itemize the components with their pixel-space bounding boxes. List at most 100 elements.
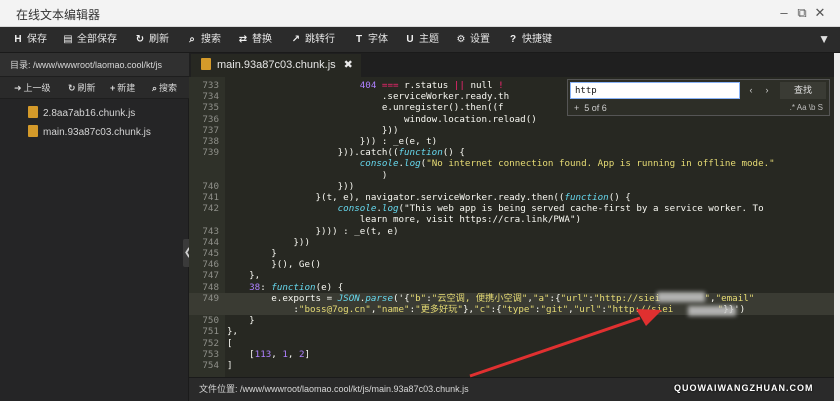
code-text: console.log("This web app is being serve…: [337, 203, 764, 215]
line-number: 754: [202, 360, 219, 371]
refresh-label: 刷新: [149, 34, 169, 45]
theme-button[interactable]: U 主题: [404, 27, 439, 53]
refresh-button[interactable]: ↻ 刷新: [134, 27, 169, 53]
code-text: },: [227, 326, 239, 338]
new-file-button[interactable]: + 新建: [110, 77, 135, 99]
goto-line-icon: ↗: [291, 34, 301, 45]
line-number: 747: [202, 270, 219, 282]
code-text: },: [227, 270, 261, 282]
code-line: 742 console.log("This web app is being s…: [189, 203, 834, 214]
code-text: }: [227, 248, 277, 259]
settings-button[interactable]: ⚙ 设置: [455, 27, 490, 53]
code-editor[interactable]: main.93a87c03.chunk.js ✖ 733 404 === r.st…: [189, 53, 834, 401]
next-match-icon[interactable]: ›: [760, 82, 774, 99]
redaction-blur: [688, 306, 736, 316]
refresh-icon: ↻: [135, 34, 145, 45]
search-input[interactable]: [570, 82, 740, 99]
line-number: 740: [202, 180, 219, 192]
tab-bar: main.93a87c03.chunk.js ✖: [189, 53, 834, 77]
code-text: 38: function(e) {: [249, 281, 344, 293]
minimize-icon[interactable]: –: [775, 4, 793, 22]
code-line: 751},: [189, 326, 834, 337]
search-options[interactable]: .* Aa \b S: [790, 102, 823, 114]
code-line: 748 38: function(e) {: [189, 282, 834, 293]
code-text: })).catch((function() {: [227, 147, 465, 159]
shortcuts-button[interactable]: ? 快捷键: [507, 27, 552, 53]
theme-icon: U: [406, 34, 414, 45]
code-line: 738 })) : _e(e, t): [189, 136, 834, 147]
line-number: 749: [202, 292, 219, 304]
help-icon: ?: [509, 34, 517, 45]
maximize-icon[interactable]: ⧉: [793, 4, 811, 22]
line-number: 733: [202, 80, 219, 91]
line-number: 739: [202, 147, 219, 159]
close-icon[interactable]: ✖: [344, 59, 353, 71]
sidebar-nav: ➜ 上一级 ↻ 刷新 + 新建 ⌕ 搜索: [0, 77, 189, 99]
up-icon: ➜: [14, 83, 22, 93]
tab-main-chunk[interactable]: main.93a87c03.chunk.js ✖: [191, 54, 361, 77]
code-line: 741 }(t, e), navigator.serviceWorker.rea…: [189, 192, 834, 203]
sidebar-refresh-button[interactable]: ↻ 刷新: [68, 77, 96, 99]
line-number: 737: [202, 124, 219, 136]
code-text: ): [227, 169, 388, 181]
window-titlebar: 在线文本编辑器 – ⧉ ✕: [0, 0, 840, 27]
line-number: 750: [202, 315, 219, 327]
match-count: 5 of 6: [584, 103, 607, 113]
font-label: 字体: [368, 34, 388, 45]
replace-icon: ⇄: [238, 34, 248, 45]
code-text: }))) : _e(t, e): [227, 225, 399, 237]
prev-match-icon[interactable]: ‹: [744, 82, 758, 99]
replace-button[interactable]: ⇄ 替换: [237, 27, 272, 53]
line-number: 745: [202, 248, 219, 259]
up-level-button[interactable]: ➜ 上一级: [14, 77, 51, 99]
save-all-icon: ▤: [63, 34, 73, 45]
js-file-icon: [28, 125, 38, 137]
code-text: })): [227, 180, 355, 192]
sidebar-search-label: 搜索: [159, 83, 178, 93]
toolbar: H 保存 ▤ 全部保存 ↻ 刷新 ⌕ 搜索 ⇄ 替换 ↗ 跳转行 T 字体 U 主题 ⚙ 设置 ?…: [0, 27, 840, 53]
expand-replace-icon[interactable]: +: [574, 103, 579, 113]
font-button[interactable]: T 字体: [353, 27, 388, 53]
code-line: 753 [113, 1, 2]: [189, 349, 834, 360]
code-text: [: [227, 337, 233, 349]
code-line: 754]: [189, 360, 834, 371]
find-button[interactable]: 查找: [780, 82, 826, 99]
line-number: 734: [202, 91, 219, 103]
code-line: 744 })): [189, 237, 834, 248]
line-number: 738: [202, 136, 219, 147]
search-button[interactable]: ⌕ 搜索: [186, 27, 221, 53]
search-icon: ⌕: [189, 34, 195, 45]
code-line: 752 [: [189, 338, 834, 349]
settings-label: 设置: [470, 34, 490, 45]
line-number: 735: [202, 102, 219, 114]
line-number: 746: [202, 259, 219, 271]
code-text: }(t, e), navigator.serviceWorker.ready.t…: [227, 192, 631, 203]
chevron-down-icon[interactable]: ▼: [818, 32, 830, 46]
code-text: [113, 1, 2]: [227, 348, 311, 360]
vertical-scrollbar[interactable]: [834, 53, 840, 401]
code-text: })): [227, 124, 399, 136]
code-line: :"boss@7og.cn","name":"更多好玩"},"c":{"type…: [189, 304, 834, 315]
replace-label: 替换: [252, 34, 272, 45]
save-all-label: 全部保存: [77, 34, 117, 45]
line-number: 744: [202, 236, 219, 248]
code-text: e.unregister().then((f: [227, 102, 504, 114]
save-button[interactable]: H 保存: [12, 27, 47, 53]
line-number: 742: [202, 203, 219, 215]
code-text: }(), Ge(): [227, 259, 322, 271]
code-line: 740 })): [189, 181, 834, 192]
line-number: 748: [202, 281, 219, 293]
file-name: main.93a87c03.chunk.js: [43, 127, 151, 138]
line-number: 752: [202, 337, 219, 349]
code-line: console.log("No internet connection foun…: [189, 158, 834, 169]
save-all-button[interactable]: ▤ 全部保存: [62, 27, 117, 53]
sidebar-search-button[interactable]: ⌕ 搜索: [152, 77, 177, 99]
close-icon[interactable]: ✕: [811, 4, 829, 22]
gear-icon: ⚙: [456, 34, 466, 45]
file-item[interactable]: 2.8aa7ab16.chunk.js: [28, 106, 135, 122]
code-line: 747 },: [189, 270, 834, 281]
file-item[interactable]: main.93a87c03.chunk.js: [28, 125, 151, 141]
font-icon: T: [355, 34, 363, 45]
goto-line-button[interactable]: ↗ 跳转行: [290, 27, 335, 53]
shortcuts-label: 快捷键: [522, 34, 552, 45]
